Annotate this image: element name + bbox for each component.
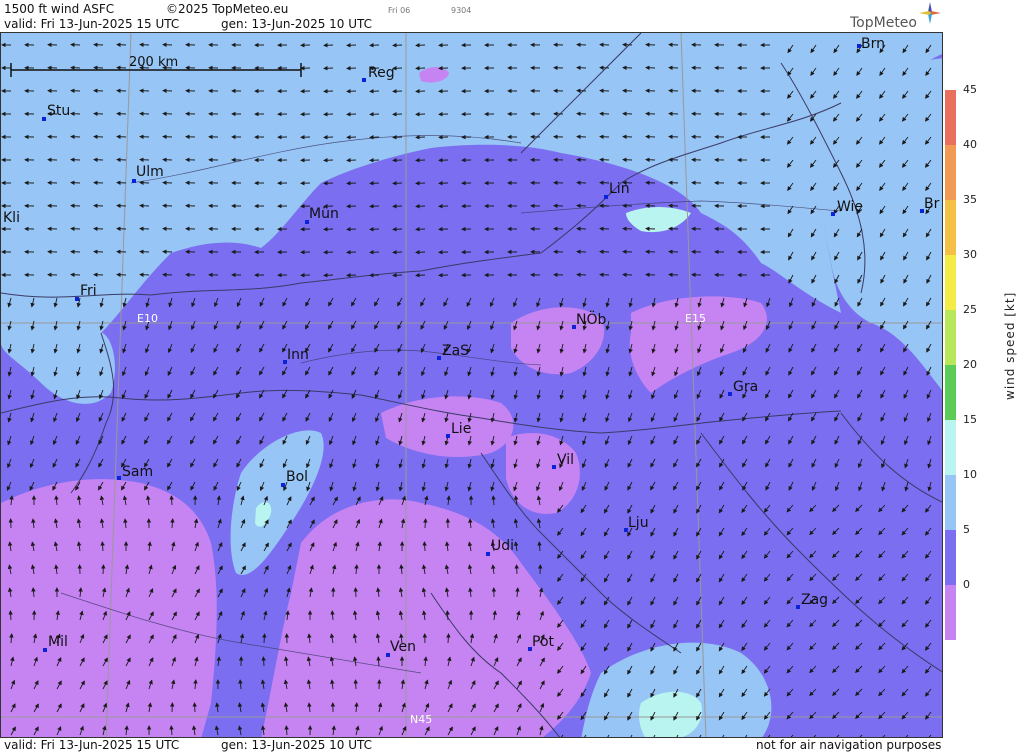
legend-swatch xyxy=(945,310,956,365)
city-label-bol: Bol xyxy=(286,469,308,485)
wind-arrow xyxy=(353,587,358,598)
legend-tick-label: 40 xyxy=(963,138,977,151)
city-stu: Stu xyxy=(42,103,70,121)
wind-arrow xyxy=(169,495,174,506)
valid-time: valid: Fri 13-Jun-2025 15 UTC xyxy=(4,17,180,31)
product-title: 1500 ft wind ASFC xyxy=(4,2,115,16)
legend-unit-label: wind speed [kt] xyxy=(1003,291,1017,400)
legend-color-bar xyxy=(945,90,956,640)
city-label-sam: Sam xyxy=(122,464,153,480)
scale-bar-label: 200 km xyxy=(129,55,178,70)
wind-arrow xyxy=(423,518,428,529)
topmeteo-logo-icon xyxy=(919,2,941,24)
day-code: Fri 06 xyxy=(388,6,411,15)
city-label-stu: Stu xyxy=(47,103,70,119)
city-label-inn: Inn xyxy=(287,347,309,363)
city-kli: Kli xyxy=(3,210,20,226)
legend-tick-label: 35 xyxy=(963,193,977,206)
wind-arrow xyxy=(353,679,358,690)
footer-generated-time: gen: 13-Jun-2025 10 UTC xyxy=(221,738,373,752)
city-zas: ZaS xyxy=(437,343,469,360)
wind-arrow xyxy=(101,564,106,575)
city-nob: NÖb xyxy=(572,310,606,329)
legend-tick-label: 5 xyxy=(963,523,970,536)
city-label-fri: Fri xyxy=(80,283,97,299)
city-label-lju: Lju xyxy=(628,515,649,531)
legend-tick-label: 15 xyxy=(963,413,977,426)
legend-swatch xyxy=(945,585,956,640)
wind-arrow xyxy=(262,633,267,644)
generated-time: gen: 13-Jun-2025 10 UTC xyxy=(221,17,373,31)
wind-speed-legend: 45 40 35 30 25 20 15 10 5 0 xyxy=(945,84,1034,640)
city-gra: Gra xyxy=(728,379,758,396)
wind-arrow xyxy=(514,564,519,575)
city-label-ven: Ven xyxy=(390,639,416,655)
legend-tick-label: 0 xyxy=(963,578,970,591)
city-label-zag: Zag xyxy=(801,592,828,608)
legend-swatch xyxy=(945,420,956,475)
city-bol: Bol xyxy=(281,469,308,487)
city-pot: Pot xyxy=(528,634,555,651)
map-header: 1500 ft wind ASFC ©2025 TopMeteo.eu Fri … xyxy=(0,0,944,32)
legend-tick-label: 20 xyxy=(963,358,977,371)
footer-valid-time: valid: Fri 13-Jun-2025 15 UTC xyxy=(4,738,180,752)
wind-arrow xyxy=(8,610,13,621)
wind-map-canvas: 200 km E10 E15 N45 Brn Reg Stu Ulm Lin W… xyxy=(1,33,942,737)
legend-swatch xyxy=(945,200,956,255)
copyright-text: ©2025 TopMeteo.eu xyxy=(166,2,289,16)
grid-label-e15: E15 xyxy=(685,312,706,325)
wind-map: 200 km E10 E15 N45 Brn Reg Stu Ulm Lin W… xyxy=(0,32,943,738)
city-udi: Udi xyxy=(486,538,514,556)
city-label-mil: Mil xyxy=(48,634,68,650)
city-label-wie: Wie xyxy=(837,199,863,215)
wind-arrow xyxy=(192,702,197,713)
city-ven: Ven xyxy=(386,639,416,657)
grid-label-e10: E10 xyxy=(137,312,158,325)
city-label-pot: Pot xyxy=(532,634,555,650)
wind-arrow xyxy=(422,541,427,552)
topmeteo-logo-text: TopMeteo xyxy=(850,15,917,31)
city-brn: Brn xyxy=(857,36,885,52)
wind-arrow xyxy=(261,656,266,667)
city-label-kli: Kli xyxy=(3,210,20,226)
city-label-zas: ZaS xyxy=(442,343,469,359)
wind-zone-15-20-adriatic xyxy=(638,691,702,737)
legend-swatch xyxy=(945,365,956,420)
city-label-brn: Brn xyxy=(861,36,885,52)
legend-swatch xyxy=(945,530,956,585)
legend-swatch xyxy=(945,90,956,145)
grid-label-n45: N45 xyxy=(410,713,432,726)
city-label-br: Br xyxy=(924,196,940,212)
city-label-mun: Mün xyxy=(309,206,339,222)
legend-swatch xyxy=(945,145,956,200)
wind-arrow xyxy=(446,633,451,644)
city-label-lie: Lie xyxy=(451,421,471,437)
city-sam: Sam xyxy=(117,464,153,480)
city-label-vil: Vil xyxy=(557,452,574,468)
legend-swatch xyxy=(945,475,956,530)
legend-swatch xyxy=(945,255,956,310)
city-zag: Zag xyxy=(796,592,828,609)
city-label-udi: Udi xyxy=(491,538,514,554)
legend-tick-label: 30 xyxy=(963,248,977,261)
city-label-reg: Reg xyxy=(368,65,395,81)
city-lju: Lju xyxy=(624,515,649,532)
city-label-nob: NÖb xyxy=(576,310,606,328)
map-footer: valid: Fri 13-Jun-2025 15 UTC gen: 13-Ju… xyxy=(0,738,944,753)
city-label-gra: Gra xyxy=(733,379,758,395)
legend-tick-label: 25 xyxy=(963,303,977,316)
city-label-ulm: Ulm xyxy=(136,164,164,180)
city-label-lin: Lin xyxy=(609,181,630,197)
footer-disclaimer: not for air navigation purposes xyxy=(756,738,942,752)
legend-tick-label: 10 xyxy=(963,468,977,481)
city-inn: Inn xyxy=(283,347,309,364)
product-code: 9304 xyxy=(451,6,472,15)
legend-tick-label: 45 xyxy=(963,83,977,96)
city-mun: Mün xyxy=(305,206,339,224)
